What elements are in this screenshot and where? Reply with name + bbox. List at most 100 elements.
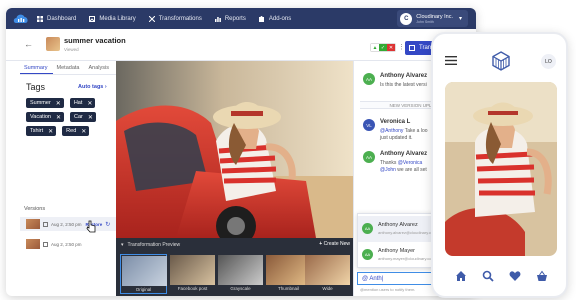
transformation-card-label: Grayscale bbox=[230, 286, 251, 291]
photo-illustration bbox=[116, 61, 353, 238]
heart-icon[interactable] bbox=[509, 270, 521, 282]
chevron-down-icon: ▾ bbox=[458, 16, 462, 22]
transformation-preview-panel: ▾ Transformation Preview + Create New Or… bbox=[116, 238, 353, 296]
transformation-card-facebook-post[interactable]: Facebook post bbox=[169, 254, 216, 294]
restore-icon[interactable]: ↻ bbox=[105, 221, 110, 228]
auto-tags-link[interactable]: Auto tags › bbox=[78, 84, 107, 90]
thumbs-up-icon[interactable]: ▲ bbox=[371, 44, 379, 51]
transformation-thumbnail bbox=[170, 255, 215, 285]
transformation-thumbnail bbox=[218, 255, 263, 285]
remove-tag-icon[interactable]: ✕ bbox=[48, 128, 53, 135]
remove-tag-icon[interactable]: ✕ bbox=[56, 100, 61, 107]
home-icon[interactable] bbox=[455, 270, 467, 282]
nav-reports[interactable]: Reports bbox=[214, 15, 246, 22]
mobile-photo-illustration bbox=[445, 82, 557, 256]
tag-chip[interactable]: Summer ✕ bbox=[26, 98, 64, 108]
transformation-preview-label: Transformation Preview bbox=[127, 242, 181, 248]
cloudinary-logo-icon[interactable] bbox=[13, 12, 29, 26]
avatar: AA bbox=[362, 223, 373, 234]
image-icon bbox=[43, 241, 48, 247]
tag-label: Red bbox=[66, 128, 77, 134]
versions-heading: Versions bbox=[24, 206, 46, 212]
asset-title: summer vacation bbox=[64, 36, 126, 45]
remove-tag-icon[interactable]: ✕ bbox=[87, 100, 92, 107]
tag-chip[interactable]: Car ✕ bbox=[70, 112, 96, 122]
tag-label: Hat bbox=[73, 100, 83, 106]
plus-icon: + bbox=[319, 241, 323, 247]
version-thumbnail bbox=[26, 239, 40, 249]
version-thumbnail bbox=[26, 219, 40, 229]
remove-tag-icon[interactable]: ✕ bbox=[81, 128, 86, 135]
tag-label: Tshirt bbox=[30, 128, 44, 134]
search-icon[interactable] bbox=[482, 270, 494, 282]
mention-hint: @mention users to notify them. bbox=[360, 287, 416, 292]
asset-subtitle: Viewed bbox=[64, 47, 79, 52]
approve-icon[interactable]: ✓ bbox=[379, 44, 387, 51]
account-switcher[interactable]: C Cloudinary Inc. John Smith ▾ bbox=[397, 10, 468, 27]
suggestion-email: anthony.mayer@cloudinary.com bbox=[378, 256, 435, 261]
transformation-card-label: Original bbox=[135, 287, 152, 292]
transformation-card-wide[interactable]: Wide bbox=[304, 254, 351, 294]
asset-preview-image bbox=[116, 61, 353, 238]
tab-summary[interactable]: Summary bbox=[20, 61, 53, 74]
basket-icon[interactable] bbox=[536, 270, 548, 282]
comment-text-part: Thanks bbox=[380, 160, 398, 166]
transform-icon bbox=[148, 15, 155, 22]
hamburger-menu-icon[interactable] bbox=[445, 56, 457, 65]
mention[interactable]: @Anthony bbox=[380, 128, 403, 134]
nav-dashboard[interactable]: Dashboard bbox=[37, 15, 77, 22]
hand-cursor-icon bbox=[86, 220, 96, 233]
tag-chip[interactable]: Hat ✕ bbox=[69, 98, 96, 108]
tag-chip[interactable]: Tshirt ✕ bbox=[26, 126, 57, 136]
version-row[interactable]: Aug 2, 2:50 pm Restore ↻ bbox=[20, 217, 116, 231]
transformation-thumbnail bbox=[305, 255, 350, 285]
tag-label: Vacation bbox=[30, 114, 51, 120]
transformation-card-grayscale[interactable]: Grayscale bbox=[217, 254, 264, 294]
suggestion-email: anthony.alvarez@cloudinary.com bbox=[378, 230, 437, 235]
account-avatar: C bbox=[400, 12, 413, 25]
nav-dashboard-label: Dashboard bbox=[47, 15, 77, 22]
version-date: Aug 2, 2:50 pm bbox=[51, 241, 82, 247]
comment-author: Anthony Alvarez bbox=[380, 151, 428, 157]
tag-chip[interactable]: Red ✕ bbox=[62, 126, 90, 136]
caret-down-icon: ▾ bbox=[121, 242, 124, 248]
transformation-preview-heading[interactable]: ▾ Transformation Preview bbox=[121, 242, 180, 248]
remove-tag-icon[interactable]: ✕ bbox=[88, 114, 93, 121]
nav-reports-label: Reports bbox=[224, 15, 246, 22]
account-user: John Smith bbox=[416, 19, 434, 24]
version-date: Aug 2, 2:50 pm bbox=[51, 221, 82, 227]
transformation-thumbnail bbox=[122, 256, 167, 286]
tab-analysis[interactable]: Analysis bbox=[84, 61, 113, 74]
version-row[interactable]: Aug 2, 2:50 pm bbox=[20, 237, 116, 251]
asset-thumbnail bbox=[46, 37, 60, 51]
remove-tag-icon[interactable]: ✕ bbox=[56, 114, 61, 121]
image-icon bbox=[43, 221, 48, 227]
more-options-icon[interactable]: ⋮ bbox=[398, 43, 405, 51]
bar-chart-icon bbox=[214, 16, 221, 22]
cube-logo-icon bbox=[492, 51, 510, 71]
transformation-card-label: Facebook post bbox=[177, 286, 208, 291]
transformation-card-original[interactable]: Original bbox=[120, 254, 167, 294]
nav-transformations-label: Transformations bbox=[158, 15, 202, 22]
image-stack-icon bbox=[89, 15, 96, 22]
create-new-button[interactable]: + Create New bbox=[319, 241, 350, 247]
mobile-photo bbox=[445, 82, 557, 256]
nav-media-library[interactable]: Media Library bbox=[89, 15, 136, 22]
mention[interactable]: @Veronica bbox=[398, 160, 423, 166]
back-arrow-icon[interactable]: ← bbox=[24, 39, 33, 49]
nav-add-ons[interactable]: Add-ons bbox=[258, 15, 291, 22]
comment-text-part: Take a loo bbox=[403, 128, 428, 134]
tab-metadata[interactable]: Metadata bbox=[53, 61, 85, 74]
tag-chip[interactable]: Vacation ✕ bbox=[26, 112, 65, 122]
mobile-preview: LO bbox=[431, 32, 568, 298]
nav-transformations[interactable]: Transformations bbox=[148, 15, 202, 22]
user-avatar[interactable]: LO bbox=[541, 54, 556, 69]
mention[interactable]: @John bbox=[380, 167, 396, 173]
reject-icon[interactable]: ✕ bbox=[387, 44, 395, 51]
comment-author: Veronica L bbox=[380, 119, 411, 125]
asset-header: ← summer vacation Viewed ▲ ✓ ✕ ⋮ Transfo… bbox=[6, 29, 476, 61]
comment-text: Thanks @Veronica @John we are all set bbox=[380, 160, 427, 174]
avatar: VL bbox=[363, 119, 375, 131]
grid-icon bbox=[37, 15, 43, 22]
avatar: AA bbox=[362, 249, 373, 260]
